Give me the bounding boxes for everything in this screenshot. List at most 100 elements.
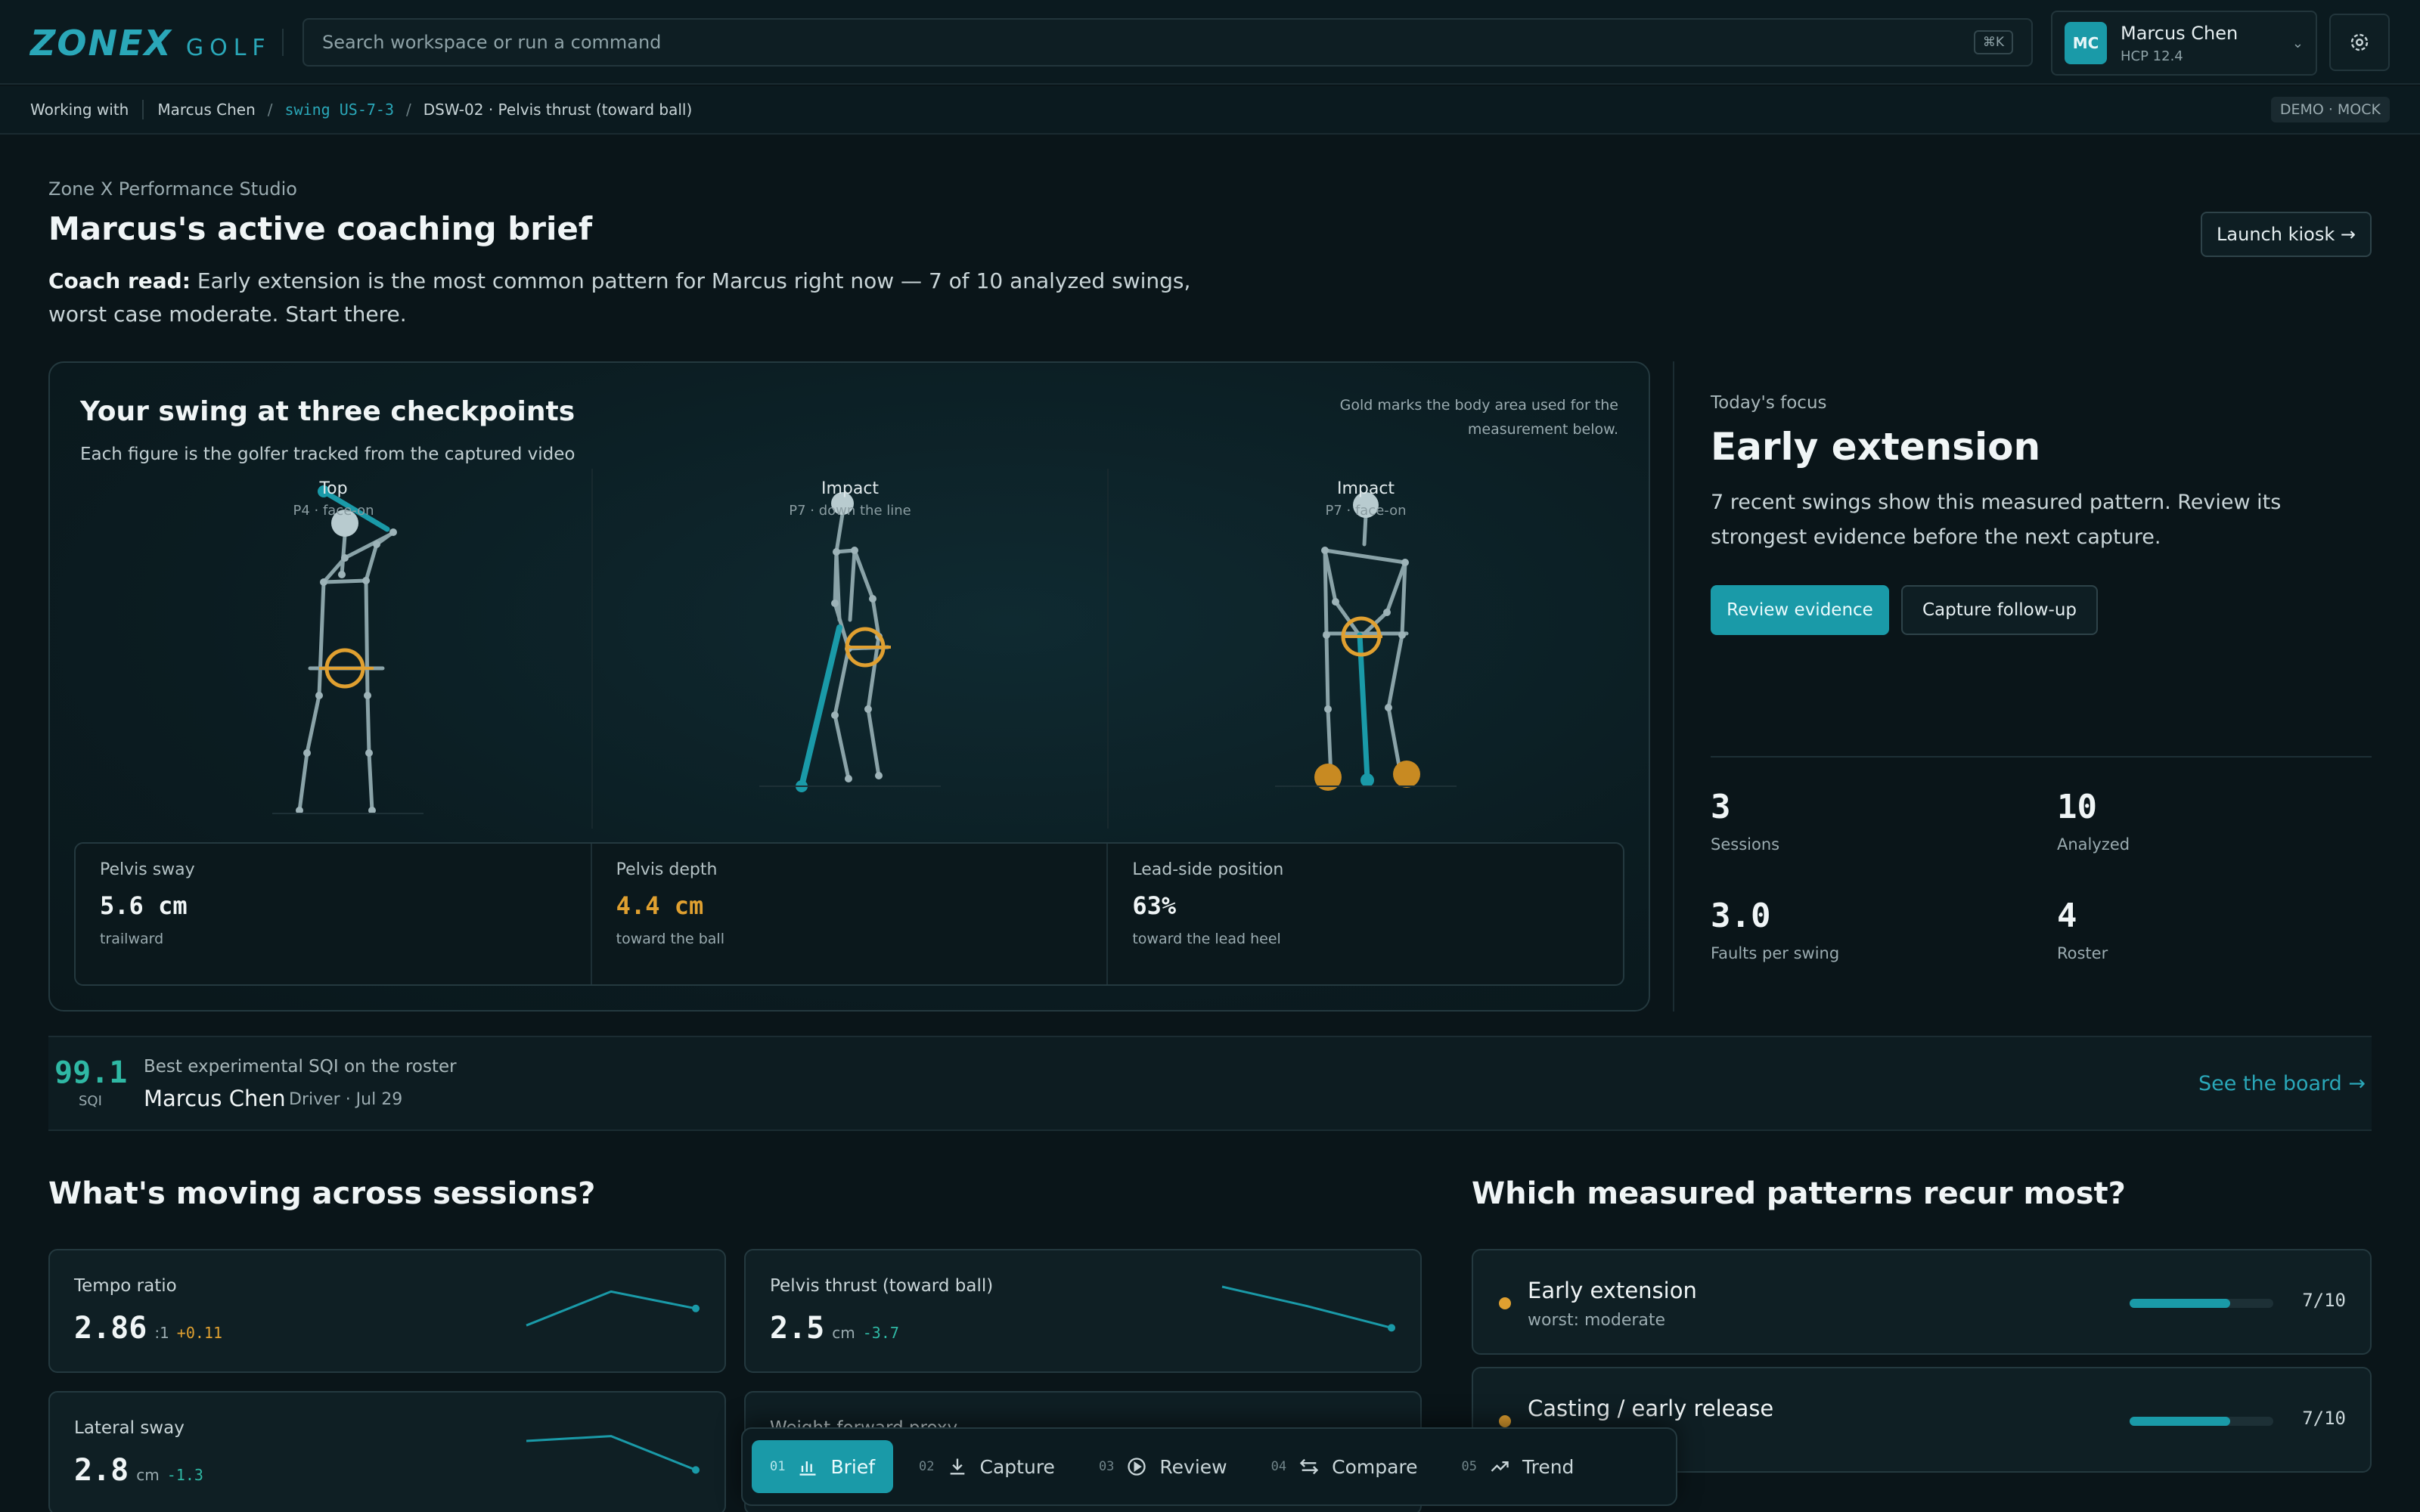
trend-delta: -1.3: [166, 1466, 203, 1484]
focus-title: Early extension: [1711, 425, 2041, 469]
sparkline-path: [526, 1435, 697, 1471]
top-bar: ZONEX GOLF Search workspace or run a com…: [0, 0, 2420, 85]
pattern-count: 7/10: [2302, 1408, 2346, 1429]
chevron-down-icon: ⌄: [2291, 35, 2304, 51]
metric-pelvis-sway: Pelvis sway 5.6 cm trailward: [76, 844, 591, 984]
stat-sessions: 3 Sessions: [1711, 788, 1779, 854]
nav-capture[interactable]: 02 Capture: [901, 1440, 1073, 1493]
trend-unit: cm: [832, 1324, 855, 1342]
search-input[interactable]: Search workspace or run a command: [322, 32, 1974, 53]
skeleton-figure: [272, 485, 424, 814]
breadcrumb-slash: /: [267, 101, 273, 119]
figure-name: Impact: [821, 479, 880, 498]
nav-trend[interactable]: 05 Trend: [1444, 1440, 1593, 1493]
metric-note: toward the ball: [616, 931, 724, 947]
figure-impact-down-the-line[interactable]: Impact P7 · down the line: [591, 469, 1107, 829]
pattern-progress: [2130, 1299, 2273, 1308]
user-menu[interactable]: MC Marcus Chen HCP 12.4 ⌄: [2051, 11, 2317, 76]
coach-read-text: Early extension is the most common patte…: [48, 268, 1191, 327]
trend-delta: +0.11: [176, 1324, 223, 1342]
trend-unit: cm: [136, 1466, 160, 1484]
pattern-progress: [2130, 1417, 2273, 1426]
launch-kiosk-button[interactable]: Launch kiosk →: [2201, 212, 2372, 257]
focus-kicker: Today's focus: [1711, 393, 1827, 413]
logo[interactable]: ZONEX GOLF: [30, 23, 271, 64]
pattern-name: Casting / early release: [1528, 1396, 1774, 1421]
trend-value: 2.5 cm -3.7: [770, 1311, 899, 1346]
breadcrumb-swing[interactable]: swing US-7-3: [285, 101, 395, 119]
figure-top-face-on[interactable]: Top P4 · face-on: [76, 469, 591, 829]
command-search[interactable]: Search workspace or run a command ⌘K: [302, 18, 2033, 67]
stat-label: Roster: [2057, 944, 2108, 962]
skeleton-figure: [759, 492, 941, 792]
sparkline: [1221, 1285, 1395, 1332]
sparkline-endpoint: [692, 1304, 700, 1312]
breadcrumb-slash: /: [406, 101, 411, 119]
figure-row: Top P4 · face-on Impact P7 · down the li…: [76, 469, 1626, 829]
logo-divider: [282, 29, 284, 56]
trend-label: Pelvis thrust (toward ball): [770, 1276, 994, 1296]
nav-compare[interactable]: 04 Compare: [1253, 1440, 1436, 1493]
stat-faults-per-swing: 3.0 Faults per swing: [1711, 897, 1839, 962]
see-board-link[interactable]: See the board →: [2198, 1072, 2366, 1095]
figure-phase: P7 · down the line: [789, 503, 911, 519]
trend-card-pelvis-thrust[interactable]: Pelvis thrust (toward ball) 2.5 cm -3.7: [744, 1249, 1422, 1373]
metric-note: toward the lead heel: [1132, 931, 1281, 947]
checkpoints-subtitle: Each figure is the golfer tracked from t…: [80, 445, 576, 464]
sparkline: [526, 1435, 700, 1474]
sparkline-path: [1221, 1285, 1392, 1329]
download-icon: [950, 1458, 964, 1475]
sparkline: [526, 1290, 700, 1327]
studio-name: Zone X Performance Studio: [48, 178, 297, 200]
trend-card-lateral-sway[interactable]: Lateral sway 2.8 cm -1.3: [48, 1391, 726, 1512]
sqi-player-name: Marcus Chen: [144, 1086, 286, 1111]
trend-delta: -3.7: [862, 1324, 899, 1342]
trend-up-icon: [1491, 1461, 1509, 1472]
checkpoints-card: Your swing at three checkpoints Each fig…: [48, 361, 1650, 1012]
metric-pelvis-depth: Pelvis depth 4.4 cm toward the ball: [590, 844, 1107, 984]
metric-label: Pelvis sway: [100, 860, 195, 879]
checkpoint-metrics: Pelvis sway 5.6 cm trailward Pelvis dept…: [74, 842, 1624, 986]
review-evidence-button[interactable]: Review evidence: [1711, 585, 1889, 635]
play-circle-icon: [1128, 1458, 1146, 1476]
sparkline-endpoint: [692, 1466, 700, 1474]
avatar: MC: [2065, 22, 2107, 64]
nav-label: Brief: [830, 1455, 876, 1478]
sqi-banner: 99.1 SQI Best experimental SQI on the ro…: [48, 1036, 2372, 1131]
severity-dot: [1499, 1415, 1511, 1427]
pattern-early-extension[interactable]: Early extension worst: moderate 7/10: [1472, 1249, 2372, 1355]
severity-dot: [1499, 1297, 1511, 1309]
settings-button[interactable]: [2329, 14, 2390, 71]
page-title: Marcus's active coaching brief: [48, 210, 593, 247]
stat-label: Analyzed: [2057, 835, 2130, 854]
demo-badge: DEMO · MOCK: [2270, 97, 2390, 122]
focus-text: 7 recent swings show this measured patte…: [1711, 491, 2282, 549]
stat-value: 3: [1711, 788, 1731, 826]
trend-number: 2.8: [74, 1453, 129, 1488]
trend-unit: :1: [154, 1324, 169, 1342]
nav-number: 05: [1461, 1459, 1477, 1474]
nav-brief[interactable]: 01 Brief: [752, 1440, 894, 1493]
nav-number: 03: [1098, 1459, 1115, 1474]
bar-chart-icon: [799, 1461, 816, 1476]
stat-value: 10: [2057, 788, 2097, 826]
trend-number: 2.86: [74, 1311, 147, 1346]
sqi-kicker: Best experimental SQI on the roster: [144, 1057, 457, 1077]
figure-caption: Impact P7 · down the line: [593, 479, 1107, 519]
figure-impact-face-on[interactable]: Impact P7 · face-on: [1107, 469, 1623, 829]
trend-card-tempo[interactable]: Tempo ratio 2.86 :1 +0.11: [48, 1249, 726, 1373]
capture-follow-up-button[interactable]: Capture follow-up: [1901, 585, 2098, 635]
metric-note: trailward: [100, 931, 164, 947]
skeleton-figure: [1275, 492, 1457, 791]
breadcrumb-player[interactable]: Marcus Chen: [157, 101, 255, 119]
stats-divider: [1711, 756, 2372, 758]
nav-number: 01: [770, 1459, 786, 1474]
metric-label: Lead-side position: [1132, 860, 1284, 879]
trends-title: What's moving across sessions?: [48, 1176, 596, 1211]
figure-phase: P4 · face-on: [293, 503, 374, 519]
pattern-count: 7/10: [2302, 1290, 2346, 1311]
patterns-title: Which measured patterns recur most?: [1472, 1176, 2126, 1211]
stat-roster: 4 Roster: [2057, 897, 2108, 962]
stat-value: 4: [2057, 897, 2077, 935]
nav-review[interactable]: 03 Review: [1081, 1440, 1246, 1493]
